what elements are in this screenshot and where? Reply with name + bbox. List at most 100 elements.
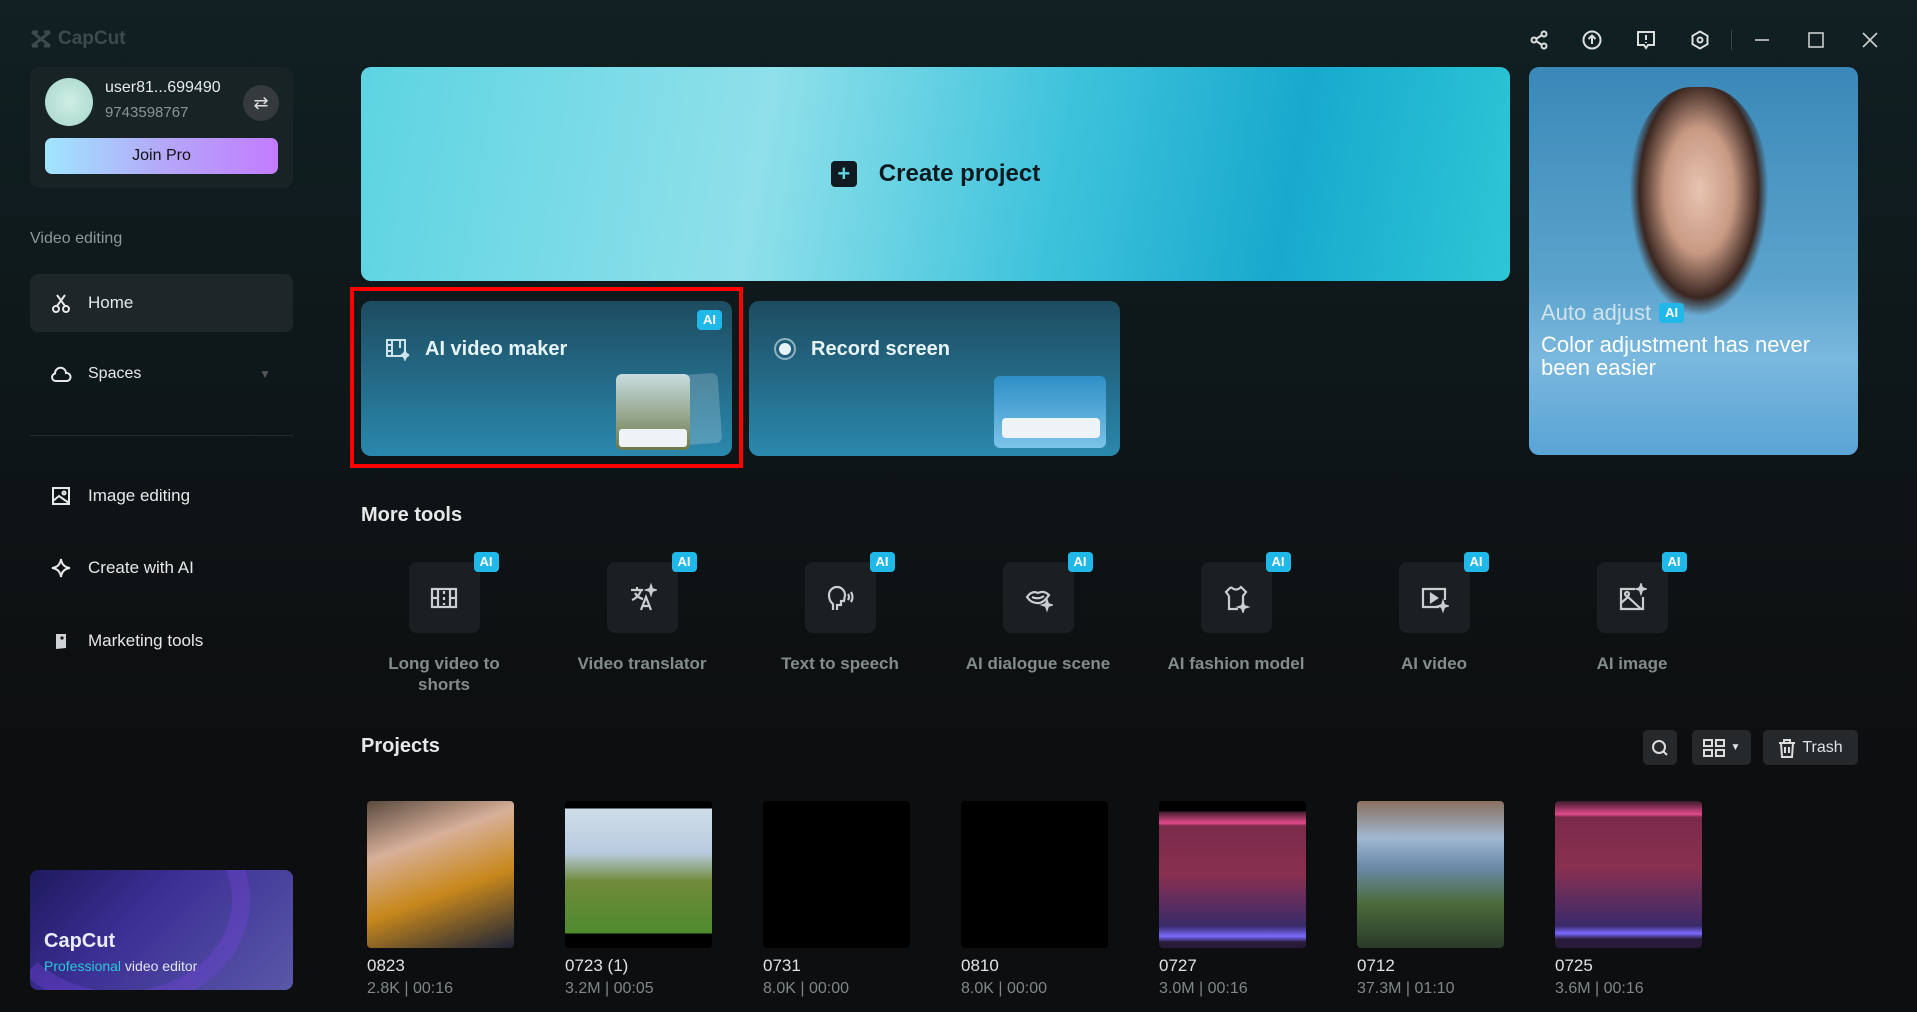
switch-account-button[interactable]: ⇄	[243, 85, 279, 121]
trash-button[interactable]: Trash	[1763, 730, 1858, 765]
project-thumbnail	[1555, 801, 1702, 948]
feedback-button[interactable]	[1630, 24, 1662, 56]
project-name: 0810	[961, 956, 999, 975]
sidebar-item-image-editing[interactable]: Image editing	[30, 467, 293, 525]
tool-label: AI video	[1400, 654, 1468, 673]
promo-title: CapCut	[44, 930, 116, 952]
image-sparkle-icon	[1619, 582, 1647, 610]
user-card: user81...699490 9743598767 ⇄ Join Pro	[30, 67, 293, 188]
tool-ai-image[interactable]: AI AI image	[1552, 552, 1712, 674]
split-video-icon	[430, 587, 458, 608]
ai-badge: AI	[869, 552, 895, 572]
banner-image	[1629, 87, 1769, 317]
sidebar-item-home[interactable]: Home	[30, 274, 293, 332]
minimize-icon	[1755, 39, 1769, 41]
project-name: 0823	[367, 956, 405, 975]
tool-long-video-to-shorts[interactable]: AI Long video to shorts	[364, 552, 524, 695]
project-name: 0712	[1357, 956, 1395, 975]
project-thumbnail	[1159, 801, 1306, 948]
project-item[interactable]: 0725 3.6M | 00:16	[1555, 801, 1702, 998]
feedback-icon	[1637, 31, 1655, 50]
search-icon	[1652, 739, 1668, 756]
project-meta: 2.8K | 00:16	[367, 980, 453, 997]
tool-label: AI dialogue scene	[965, 654, 1111, 673]
project-item[interactable]: 0727 3.0M | 00:16	[1159, 801, 1306, 998]
record-icon	[774, 338, 796, 360]
project-item[interactable]: 0823 2.8K | 00:16	[367, 801, 514, 998]
settings-button[interactable]	[1684, 24, 1716, 56]
settings-icon	[1691, 30, 1709, 50]
project-name: 0727	[1159, 956, 1197, 975]
sidebar-item-label: Marketing tools	[88, 631, 204, 650]
create-project-label: Create project	[878, 160, 1041, 187]
ai-badge: AI	[473, 552, 499, 572]
logo-text: CapCut	[58, 28, 126, 49]
sidebar-item-spaces[interactable]: Spaces ▼	[30, 345, 293, 403]
tool-label: Text to speech	[781, 654, 899, 673]
capcut-promo-card[interactable]: CapCut Professional video editor	[30, 870, 293, 990]
project-thumbnail	[1357, 801, 1504, 948]
plus-icon: +	[830, 161, 857, 187]
capcut-logo: CapCut	[30, 28, 126, 50]
sidebar-item-label: Home	[88, 293, 134, 312]
project-thumbnail	[367, 801, 514, 948]
promo-subtitle-rest: video editor	[121, 958, 198, 974]
close-button[interactable]	[1854, 24, 1886, 56]
tool-label: Long video to shorts	[388, 654, 500, 694]
search-projects-button[interactable]	[1643, 730, 1677, 765]
project-meta: 3.6M | 00:16	[1555, 980, 1644, 997]
avatar[interactable]	[45, 78, 93, 126]
ai-badge: AI	[671, 552, 697, 572]
create-project-button[interactable]: + Create project	[361, 67, 1510, 281]
ai-badge: AI	[1067, 552, 1093, 572]
translate-icon	[631, 582, 657, 610]
chevron-down-icon: ▼	[1730, 742, 1741, 753]
sidebar-item-marketing-tools[interactable]: Marketing tools	[30, 612, 293, 670]
record-screen-card[interactable]: Record screen	[749, 301, 1120, 456]
tool-video-translator[interactable]: AI Video translator	[562, 552, 722, 674]
preview-thumbnail	[994, 376, 1106, 448]
chevron-down-icon[interactable]: ▼	[259, 367, 271, 381]
ai-badge: AI	[1463, 552, 1489, 572]
project-item[interactable]: 0723 (1) 3.2M | 00:05	[565, 801, 712, 998]
tool-ai-fashion-model[interactable]: AI AI fashion model	[1156, 552, 1316, 674]
titlebar-separator	[1731, 30, 1732, 50]
project-meta: 3.2M | 00:05	[565, 980, 654, 997]
sparkle-icon	[51, 558, 71, 578]
project-meta: 37.3M | 01:10	[1357, 980, 1455, 997]
project-item[interactable]: 0810 8.0K | 00:00	[961, 801, 1108, 998]
ai-badge: AI	[1265, 552, 1291, 572]
project-name: 0731	[763, 956, 801, 975]
tool-ai-video[interactable]: AI AI video	[1354, 552, 1514, 674]
upload-icon	[1582, 30, 1602, 50]
sidebar-item-label: Image editing	[88, 486, 191, 505]
grid-view-icon	[1702, 738, 1725, 757]
auto-adjust-banner[interactable]: Auto adjust AI Color adjustment has never…	[1529, 67, 1858, 455]
tool-label: AI image	[1596, 654, 1668, 673]
project-thumbnail	[961, 801, 1108, 948]
sidebar-item-create-with-ai[interactable]: Create with AI	[30, 539, 293, 597]
minimize-button[interactable]	[1746, 24, 1778, 56]
view-mode-dropdown[interactable]: ▼	[1692, 730, 1751, 765]
tool-text-to-speech[interactable]: AI Text to speech	[760, 552, 920, 674]
join-pro-button[interactable]: Join Pro	[45, 138, 278, 174]
dialogue-lips-icon	[1025, 590, 1053, 612]
project-item[interactable]: 0712 37.3M | 01:10	[1357, 801, 1504, 998]
promo-subtitle-accent: Professional	[44, 958, 122, 974]
project-item[interactable]: 0731 8.0K | 00:00	[763, 801, 910, 998]
sidebar-divider	[30, 435, 293, 436]
image-icon	[52, 487, 70, 505]
upload-button[interactable]	[1576, 24, 1608, 56]
tool-ai-dialogue-scene[interactable]: AI AI dialogue scene	[958, 552, 1118, 674]
projects-title: Projects	[361, 735, 440, 757]
project-thumbnail	[565, 801, 712, 948]
cloud-icon	[51, 366, 72, 382]
share-button[interactable]	[1523, 24, 1555, 56]
banner-title: Auto adjust	[1541, 300, 1652, 325]
project-meta: 8.0K | 00:00	[961, 980, 1047, 997]
promo-subtitle: Professional video editor	[44, 958, 197, 974]
maximize-button[interactable]	[1800, 24, 1832, 56]
dress-icon	[1224, 584, 1251, 613]
sidebar-item-label: Create with AI	[88, 558, 194, 577]
tool-label: AI fashion model	[1167, 654, 1305, 673]
